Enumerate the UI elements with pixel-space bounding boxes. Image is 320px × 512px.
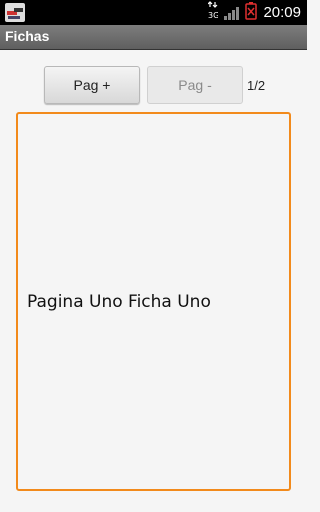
card-panel: Pagina Uno Ficha Uno (16, 112, 291, 491)
data-transfer-icon: 3G (208, 0, 220, 25)
title-bar: Fichas (0, 25, 307, 50)
status-time: 20:09 (263, 4, 301, 21)
app-notification-icon (4, 2, 26, 23)
status-bar: 3G 20:09 (0, 0, 307, 25)
card-text: Pagina Uno Ficha Uno (27, 292, 211, 312)
signal-icon (224, 6, 240, 20)
page-indicator: 1/2 (247, 78, 266, 93)
next-page-button[interactable]: Pag + (44, 66, 140, 104)
svg-text:3G: 3G (208, 11, 218, 20)
app-title: Fichas (5, 28, 50, 44)
battery-low-icon (245, 1, 258, 24)
previous-page-button[interactable]: Pag - (147, 66, 243, 104)
